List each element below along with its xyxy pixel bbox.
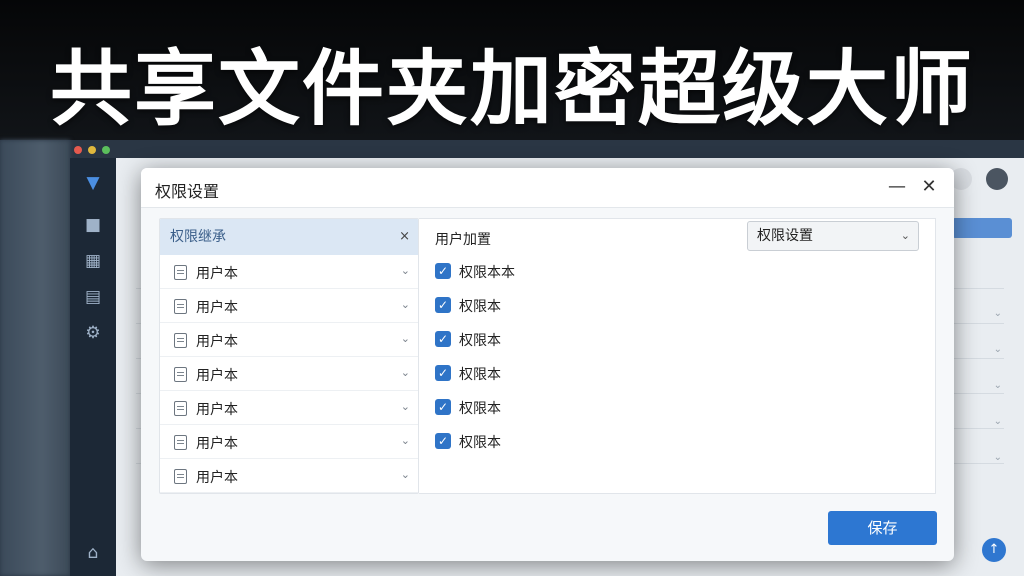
home-icon[interactable]: ■ <box>82 214 104 236</box>
window-minimize-dot <box>88 146 96 154</box>
tree-item[interactable]: 用户本 ⌄ <box>160 357 418 391</box>
window-controls <box>74 146 110 154</box>
tree-item-label: 用户本 <box>196 334 238 350</box>
minimize-icon[interactable]: — <box>886 176 908 198</box>
dialog-title: 权限设置 <box>155 182 220 201</box>
background-blur-panel <box>0 140 70 576</box>
chevron-down-icon[interactable]: ⌄ <box>994 344 1002 355</box>
tree-item[interactable]: 用户本 ⌄ <box>160 255 418 289</box>
chevron-down-icon[interactable]: ⌄ <box>994 308 1002 319</box>
tree-item-label: 用户本 <box>196 402 238 418</box>
close-icon[interactable]: ✕ <box>918 176 940 198</box>
document-icon <box>174 401 187 416</box>
permission-panel: 用户加置 权限设置 ⌄ ✓ 权限本本 ✓ 权限本 ✓ 权限本 ✓ 权限本 ✓ 权… <box>419 218 936 494</box>
avatar[interactable] <box>986 168 1008 190</box>
chevron-down-icon[interactable]: ⌄ <box>401 366 410 379</box>
document-icon <box>174 367 187 382</box>
dialog-header: 权限设置 — ✕ <box>141 168 954 208</box>
permission-select-value: 权限设置 <box>757 228 813 244</box>
chevron-down-icon[interactable]: ⌄ <box>994 416 1002 427</box>
document-icon <box>174 469 187 484</box>
tree-item[interactable]: 用户本 ⌄ <box>160 459 418 493</box>
permission-label: 权限本本 <box>459 265 515 281</box>
tree-item[interactable]: 用户本 ⌄ <box>160 289 418 323</box>
document-icon <box>174 333 187 348</box>
tree-item-label: 用户本 <box>196 300 238 316</box>
gear-icon[interactable]: ⚙ <box>82 322 104 344</box>
checkbox-checked[interactable]: ✓ <box>435 433 451 449</box>
shield-icon[interactable]: ▼ <box>82 172 104 194</box>
checkbox-checked[interactable]: ✓ <box>435 331 451 347</box>
document-icon <box>174 435 187 450</box>
tree-item[interactable]: 用户本 ⌄ <box>160 425 418 459</box>
checkbox-checked[interactable]: ✓ <box>435 365 451 381</box>
chevron-down-icon[interactable]: ⌄ <box>401 264 410 277</box>
grid-icon[interactable]: ▦ <box>82 250 104 272</box>
chevron-down-icon[interactable]: ⌄ <box>401 434 410 447</box>
chevron-down-icon[interactable]: ⌄ <box>401 400 410 413</box>
book-icon[interactable]: ▤ <box>82 286 104 308</box>
permission-label: 权限本 <box>459 367 501 383</box>
tree-item-label: 用户本 <box>196 470 238 486</box>
checkbox-checked[interactable]: ✓ <box>435 399 451 415</box>
chevron-down-icon: ⌄ <box>900 229 910 242</box>
tree-item-label: 用户本 <box>196 266 238 282</box>
tree-panel: 权限继承 × 用户本 ⌄ 用户本 ⌄ 用户本 ⌄ 用户本 ⌄ 用户本 ⌄ 用户本… <box>159 218 419 494</box>
checkbox-checked[interactable]: ✓ <box>435 263 451 279</box>
document-icon <box>174 299 187 314</box>
chevron-down-icon[interactable]: ⌄ <box>994 452 1002 463</box>
chevron-down-icon[interactable]: ⌄ <box>994 380 1002 391</box>
document-icon <box>174 265 187 280</box>
chevron-down-icon[interactable]: ⌄ <box>401 298 410 311</box>
house-icon[interactable]: ⌂ <box>82 542 104 564</box>
permission-label: 权限本 <box>459 435 501 451</box>
tree-header-label: 权限继承 <box>170 229 226 245</box>
scroll-up-button[interactable]: ↑ <box>982 538 1006 562</box>
permission-label: 权限本 <box>459 299 501 315</box>
chevron-down-icon[interactable]: ⌄ <box>401 468 410 481</box>
tree-header-close[interactable]: × <box>399 219 410 255</box>
app-sidebar: ▼ ■ ▦ ▤ ⚙ ⌂ <box>70 158 116 576</box>
tree-item[interactable]: 用户本 ⌄ <box>160 391 418 425</box>
headline: 共享文件夹加密超级大师 <box>49 42 974 137</box>
background-action-button[interactable] <box>952 218 1012 238</box>
save-button[interactable]: 保存 <box>828 511 937 545</box>
permission-dialog: 权限设置 — ✕ 权限继承 × 用户本 ⌄ 用户本 ⌄ 用户本 ⌄ 用户本 ⌄ <box>141 168 954 561</box>
checkbox-checked[interactable]: ✓ <box>435 297 451 313</box>
tree-item[interactable]: 用户本 ⌄ <box>160 323 418 357</box>
permission-label: 权限本 <box>459 333 501 349</box>
window-maximize-dot <box>102 146 110 154</box>
tree-header[interactable]: 权限继承 × <box>160 219 418 255</box>
window-close-dot <box>74 146 82 154</box>
tree-item-label: 用户本 <box>196 368 238 384</box>
permission-select[interactable]: 权限设置 ⌄ <box>747 221 919 251</box>
chevron-down-icon[interactable]: ⌄ <box>401 332 410 345</box>
user-settings-header: 用户加置 <box>435 232 491 248</box>
tree-item-label: 用户本 <box>196 436 238 452</box>
permission-label: 权限本 <box>459 401 501 417</box>
